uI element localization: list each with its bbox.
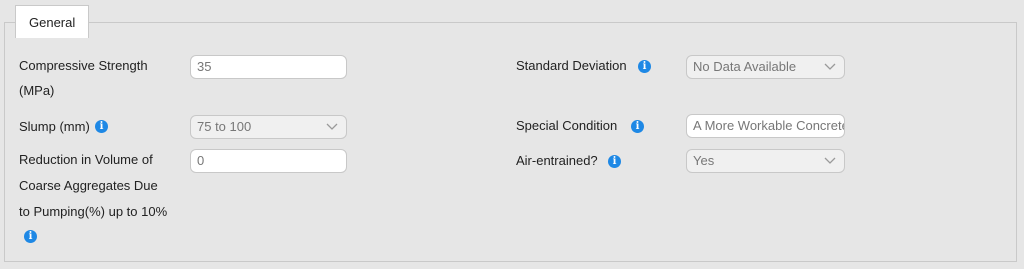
info-icon[interactable]: i — [638, 60, 651, 73]
air-entrained-select[interactable]: Yes — [686, 149, 845, 173]
slump-label: Slump (mm) — [19, 119, 90, 134]
tab-general[interactable]: General — [15, 5, 90, 38]
compressive-strength-label: Compressive Strength (MPa) — [19, 55, 148, 102]
general-panel — [4, 22, 1017, 262]
info-icon[interactable]: i — [95, 120, 108, 133]
air-entrained-value: Yes — [693, 153, 715, 168]
special-condition-input[interactable]: A More Workable Concrete — [686, 114, 845, 138]
special-condition-value: A More Workable Concrete — [693, 118, 845, 133]
compressive-strength-input[interactable]: 35 — [190, 55, 347, 79]
info-icon[interactable]: i — [631, 120, 644, 133]
compressive-strength-label-line2: (MPa) — [19, 83, 55, 98]
reduction-label-line2: Coarse Aggregates Due — [19, 178, 158, 193]
info-icon[interactable]: i — [608, 155, 621, 168]
reduction-label-line1: Reduction in Volume of — [19, 152, 153, 167]
special-condition-label: Special Condition — [516, 118, 618, 133]
reduction-value: 0 — [197, 153, 205, 168]
compressive-strength-value: 35 — [197, 59, 212, 74]
chevron-down-icon — [824, 63, 836, 70]
standard-deviation-select[interactable]: No Data Available — [686, 55, 845, 79]
reduction-input[interactable]: 0 — [190, 149, 347, 173]
reduction-label-line3: to Pumping(%) up to 10% — [19, 204, 168, 219]
slump-select[interactable]: 75 to 100 — [190, 115, 347, 139]
standard-deviation-label: Standard Deviation — [516, 58, 627, 73]
air-entrained-label: Air-entrained? — [516, 153, 598, 168]
standard-deviation-value: No Data Available — [693, 59, 797, 74]
compressive-strength-label-line1: Compressive Strength — [19, 58, 148, 73]
chevron-down-icon — [824, 157, 836, 164]
info-icon[interactable]: i — [24, 230, 37, 243]
slump-value: 75 to 100 — [197, 119, 252, 134]
chevron-down-icon — [326, 123, 338, 130]
reduction-label: Reduction in Volume of Coarse Aggregates… — [19, 149, 167, 223]
